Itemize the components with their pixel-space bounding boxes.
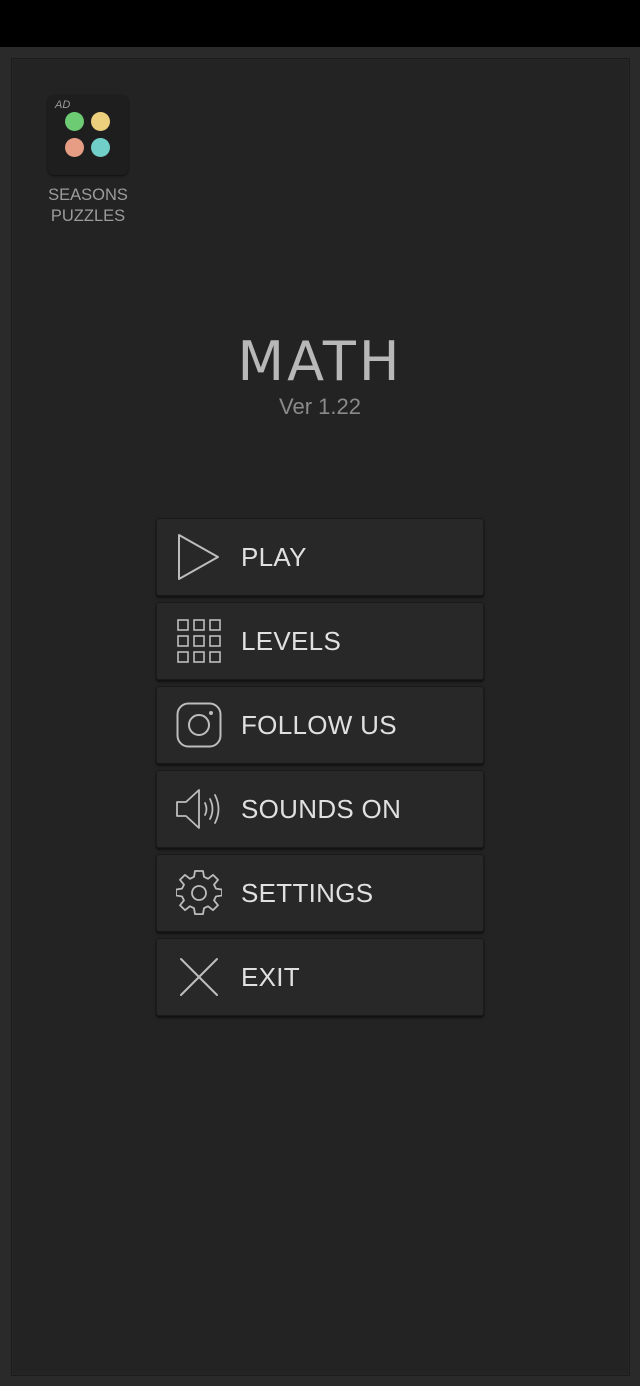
levels-label: LEVELS	[241, 625, 342, 656]
status-bar	[0, 0, 640, 47]
exit-label: EXIT	[241, 961, 300, 992]
settings-button[interactable]: SETTINGS	[156, 854, 484, 932]
ad-tag: AD	[55, 99, 71, 111]
follow-us-label: FOLLOW US	[241, 709, 397, 740]
orange-dot	[65, 138, 84, 157]
levels-button[interactable]: LEVELS	[156, 602, 484, 680]
teal-dot	[91, 138, 110, 157]
grid-icon	[157, 603, 241, 679]
green-dot	[65, 112, 84, 131]
main-menu: PLAY LEVELS FOLLOW US SOUNDS ON SETTINGS…	[156, 518, 484, 1022]
play-icon	[157, 519, 241, 595]
ad-app-icon[interactable]: AD	[48, 95, 128, 175]
follow-us-button[interactable]: FOLLOW US	[156, 686, 484, 764]
exit-button[interactable]: EXIT	[156, 938, 484, 1016]
yellow-dot	[91, 112, 110, 131]
speaker-icon	[157, 771, 241, 847]
ad-app-label[interactable]: SEASONS PUZZLES	[28, 185, 148, 227]
sounds-label: SOUNDS ON	[241, 793, 402, 824]
instagram-icon	[157, 687, 241, 763]
app-title: MATH	[237, 330, 403, 393]
gear-icon	[157, 855, 241, 931]
sounds-button[interactable]: SOUNDS ON	[156, 770, 484, 848]
close-icon	[157, 939, 241, 1015]
play-label: PLAY	[241, 541, 307, 572]
version-label: Ver 1.22	[279, 394, 361, 419]
ad-label-line1: SEASONS	[48, 186, 128, 204]
play-button[interactable]: PLAY	[156, 518, 484, 596]
settings-label: SETTINGS	[241, 877, 374, 908]
ad-label-line2: PUZZLES	[50, 207, 126, 225]
